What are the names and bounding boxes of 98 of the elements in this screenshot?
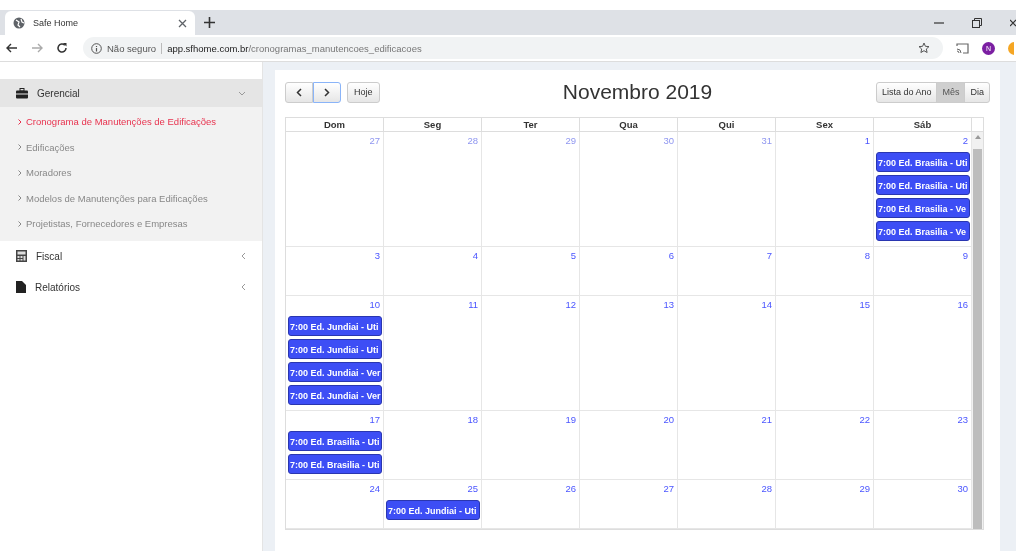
day-number: 17 [368,413,381,427]
day-number: 10 [368,298,381,312]
weekday-header: Qua [580,118,678,131]
view-button[interactable]: Dia [964,81,990,103]
back-icon[interactable] [6,42,18,54]
day-number: 12 [564,298,577,312]
day-number: 23 [956,413,969,427]
next-button[interactable] [313,81,341,103]
previous-button[interactable] [285,81,313,103]
close-window-icon[interactable] [1010,17,1016,28]
calendar-event[interactable]: 7:00 Ed. Jundiai - Ver [288,362,382,382]
day-number: 9 [961,249,969,263]
day-number: 11 [467,298,479,312]
day-number: 29 [858,482,871,496]
day-number: 19 [564,413,577,427]
sidebar-link[interactable]: Modelos de Manutenções para Edificações [0,185,262,211]
briefcase-icon [16,87,28,99]
browser-tab[interactable]: Safe Home [5,11,195,35]
calendar-event[interactable]: 7:00 Ed. Brasilia - Uti [288,454,382,474]
chevron-right-icon [18,169,22,176]
calendar-event[interactable]: 7:00 Ed. Brasilia - Uti [288,431,382,451]
day-number: 28 [760,482,773,496]
chevron-right-icon [18,220,22,227]
chevron-left-icon [296,87,302,97]
close-icon[interactable] [178,18,187,28]
day-number: 25 [466,482,479,496]
day-number: 22 [858,413,871,427]
day-number: 1 [863,134,871,148]
day-number: 30 [662,134,675,148]
file-icon [16,281,26,293]
day-number: 31 [760,134,773,148]
info-icon [91,42,102,54]
weekday-header: Sex [776,118,874,131]
globe-icon [13,17,25,29]
calendar-title: Novembro 2019 [562,80,713,104]
star-icon[interactable] [918,42,930,54]
tab-title: Safe Home [33,18,80,28]
day-number: 8 [863,249,871,263]
chevron-right-icon [18,195,22,202]
weekday-header: Qui [678,118,776,131]
cast-icon[interactable] [956,42,969,54]
reload-icon[interactable] [56,42,68,54]
day-number: 14 [760,298,773,312]
calendar-event[interactable]: 7:00 Ed. Brasilia - Uti [876,152,970,172]
scrollbar[interactable] [972,132,983,529]
day-number: 21 [760,413,773,427]
scroll-up-icon[interactable] [974,135,981,139]
day-number: 30 [956,482,969,496]
day-number: 4 [471,249,479,263]
chevron-right-icon [18,118,22,125]
day-number: 7 [765,249,773,263]
day-number: 15 [858,298,871,312]
day-number: 28 [466,134,479,148]
chevron-right-icon [324,87,330,97]
calendar-event[interactable]: 7:00 Ed. Jundiai - Uti [288,316,382,336]
day-number: 27 [368,134,381,148]
chevron-left-icon [241,283,246,291]
calculator-icon [16,250,27,262]
forward-icon[interactable] [31,42,43,54]
restore-icon[interactable] [972,17,982,28]
day-number: 24 [368,482,381,496]
sidebar-link[interactable]: Projetistas, Fornecedores e Empresas [0,211,262,237]
sidebar-section[interactable]: Relatórios [0,271,262,303]
day-number: 5 [569,249,577,263]
weekday-header: Seg [384,118,482,131]
chevron-right-icon [18,144,22,151]
view-button[interactable]: Mês [936,81,966,103]
day-number: 18 [466,413,479,427]
sidebar-section[interactable]: Gerencial [0,79,262,107]
day-number: 6 [667,249,675,263]
day-number: 26 [564,482,577,496]
sidebar-link[interactable]: Moradores [0,160,262,186]
day-number: 2 [961,134,969,148]
weekday-header: Ter [482,118,580,131]
day-number: 20 [662,413,675,427]
address-bar[interactable]: Não seguro app.sfhome.com.br/cronogramas_manutencoes_edificacoes [83,37,943,59]
sidebar-link[interactable]: Edificações [0,134,262,160]
calendar-event[interactable]: 7:00 Ed. Brasilia - Ve [876,221,970,241]
view-button[interactable]: Lista do Ano [875,81,938,103]
calendar-event[interactable]: 7:00 Ed. Brasilia - Uti [876,175,970,195]
day-number: 16 [956,298,969,312]
sidebar-link[interactable]: Cronograma de Manutenções de Edificações [0,109,262,135]
calendar-event[interactable]: 7:00 Ed. Jundiai - Uti [386,500,480,520]
extension-icon[interactable] [1008,41,1014,55]
chevron-down-icon [238,90,246,96]
calendar-event[interactable]: 7:00 Ed. Brasilia - Ve [876,198,970,218]
day-number: 29 [564,134,577,148]
weekday-header: Sáb [874,118,972,131]
day-number: 13 [662,298,675,312]
today-button[interactable]: Hoje [347,81,380,103]
day-number: 3 [373,249,381,263]
sidebar-section[interactable]: Fiscal [0,240,262,272]
new-tab-icon[interactable] [204,17,215,28]
chevron-left-icon [241,252,246,260]
calendar-event[interactable]: 7:00 Ed. Jundiai - Ver [288,385,382,405]
calendar-event[interactable]: 7:00 Ed. Jundiai - Uti [288,339,382,359]
weekday-header: Dom [286,118,384,131]
day-number: 27 [662,482,675,496]
